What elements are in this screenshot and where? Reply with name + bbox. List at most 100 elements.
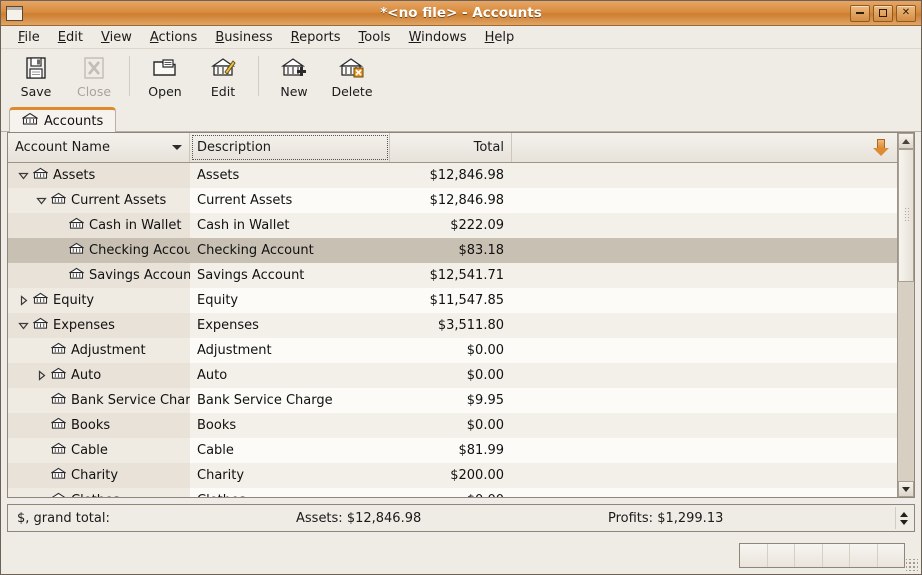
menu-business[interactable]: Business xyxy=(206,28,281,47)
cell-account-name[interactable]: Assets xyxy=(8,163,190,188)
cell-account-name[interactable]: Equity xyxy=(8,288,190,313)
scrollbar-track[interactable] xyxy=(898,149,914,481)
cell-total[interactable]: $12,846.98 xyxy=(390,163,512,188)
save-button[interactable]: Save xyxy=(7,53,65,105)
cell-account-name[interactable]: Checking Accou xyxy=(8,238,190,263)
close-doc-button[interactable]: Close xyxy=(65,53,123,105)
cell-account-name[interactable]: Cable xyxy=(8,438,190,463)
cell-total[interactable]: $200.00 xyxy=(390,463,512,488)
cell-account-name[interactable]: Charity xyxy=(8,463,190,488)
table-row[interactable]: Bank Service Char Bank Service Charge $9.9… xyxy=(8,388,897,413)
cell-account-name[interactable]: Bank Service Char xyxy=(8,388,190,413)
total-value: $12,846.98 xyxy=(429,193,504,208)
cell-account-name[interactable]: Current Assets xyxy=(8,188,190,213)
expander-collapse-icon[interactable] xyxy=(34,194,48,208)
table-row[interactable]: Charity Charity $200.00 xyxy=(8,463,897,488)
table-row[interactable]: Clothes Clothes $0.00 xyxy=(8,488,897,497)
cell-account-name[interactable]: Auto xyxy=(8,363,190,388)
cell-description[interactable]: Books xyxy=(190,413,390,438)
cell-description[interactable]: Clothes xyxy=(190,488,390,497)
resize-grip-icon[interactable] xyxy=(906,559,918,571)
menu-file[interactable]: File xyxy=(9,28,49,47)
cell-description[interactable]: Auto xyxy=(190,363,390,388)
summary-bar[interactable]: $, grand total: Assets: $12,846.98 Profi… xyxy=(7,504,915,532)
cell-description[interactable]: Equity xyxy=(190,288,390,313)
menu-help[interactable]: Help xyxy=(476,28,524,47)
title-bar[interactable]: *<no file> - Accounts ✕ xyxy=(1,1,921,26)
cell-total[interactable]: $11,547.85 xyxy=(390,288,512,313)
cell-account-name[interactable]: Adjustment xyxy=(8,338,190,363)
toolbar: Save Close Open Edit New Delete xyxy=(1,49,921,106)
cell-account-name[interactable]: Savings Accoun xyxy=(8,263,190,288)
cell-account-name[interactable]: Expenses xyxy=(8,313,190,338)
cell-total[interactable]: $81.99 xyxy=(390,438,512,463)
table-row[interactable]: Adjustment Adjustment $0.00 xyxy=(8,338,897,363)
cell-description[interactable]: Bank Service Charge xyxy=(190,388,390,413)
scroll-up-button[interactable] xyxy=(898,133,914,149)
expander-expand-icon[interactable] xyxy=(34,369,48,383)
cell-description[interactable]: Charity xyxy=(190,463,390,488)
table-row[interactable]: Savings Accoun Savings Account $12,541.71 xyxy=(8,263,897,288)
close-button[interactable]: ✕ xyxy=(896,4,916,22)
menu-bar: File Edit View Actions Business Reports … xyxy=(1,26,921,49)
edit-button[interactable]: Edit xyxy=(194,53,252,105)
cell-total[interactable]: $3,511.80 xyxy=(390,313,512,338)
menu-edit[interactable]: Edit xyxy=(49,28,92,47)
orange-down-arrow-icon[interactable] xyxy=(873,138,889,157)
cell-total[interactable]: $222.09 xyxy=(390,213,512,238)
cell-total[interactable]: $0.00 xyxy=(390,413,512,438)
cell-total[interactable]: $9.95 xyxy=(390,388,512,413)
cell-account-name[interactable]: Books xyxy=(8,413,190,438)
cell-description[interactable]: Current Assets xyxy=(190,188,390,213)
menu-actions[interactable]: Actions xyxy=(141,28,207,47)
menu-windows[interactable]: Windows xyxy=(400,28,476,47)
expander-collapse-icon[interactable] xyxy=(16,319,30,333)
cell-total[interactable]: $12,846.98 xyxy=(390,188,512,213)
column-header-description[interactable]: Description xyxy=(190,133,390,162)
table-body[interactable]: Assets Assets $12,846.98 Current Assets Curr… xyxy=(8,163,897,497)
tab-accounts[interactable]: Accounts xyxy=(9,107,117,132)
menu-tools[interactable]: Tools xyxy=(350,28,400,47)
cell-total[interactable]: $0.00 xyxy=(390,338,512,363)
table-row[interactable]: Assets Assets $12,846.98 xyxy=(8,163,897,188)
table-row[interactable]: Cable Cable $81.99 xyxy=(8,438,897,463)
maximize-button[interactable] xyxy=(873,4,893,22)
cell-total[interactable]: $0.00 xyxy=(390,488,512,497)
minimize-button[interactable] xyxy=(850,4,870,22)
spinner-up-icon[interactable] xyxy=(900,511,908,517)
expander-expand-icon[interactable] xyxy=(16,294,30,308)
menu-reports[interactable]: Reports xyxy=(282,28,350,47)
column-header-total[interactable]: Total xyxy=(390,133,512,162)
cell-description[interactable]: Cable xyxy=(190,438,390,463)
cell-description[interactable]: Expenses xyxy=(190,313,390,338)
delete-button[interactable]: Delete xyxy=(323,53,381,105)
table-row[interactable]: Books Books $0.00 xyxy=(8,413,897,438)
cell-total[interactable]: $83.18 xyxy=(390,238,512,263)
column-header-account-name[interactable]: Account Name xyxy=(8,133,190,162)
cell-total[interactable]: $12,541.71 xyxy=(390,263,512,288)
menu-view[interactable]: View xyxy=(92,28,141,47)
scroll-down-button[interactable] xyxy=(898,481,914,497)
cell-account-name[interactable]: Clothes xyxy=(8,488,190,497)
open-button[interactable]: Open xyxy=(136,53,194,105)
cell-description[interactable]: Checking Account xyxy=(190,238,390,263)
summary-spinner[interactable] xyxy=(895,507,912,529)
cell-account-name[interactable]: Cash in Wallet xyxy=(8,213,190,238)
table-row[interactable]: Auto Auto $0.00 xyxy=(8,363,897,388)
table-row[interactable]: Checking Accou Checking Account $83.18 xyxy=(8,238,897,263)
cell-description[interactable]: Adjustment xyxy=(190,338,390,363)
arrow-stem xyxy=(877,138,885,148)
vertical-scrollbar[interactable] xyxy=(897,133,914,497)
cell-description[interactable]: Cash in Wallet xyxy=(190,213,390,238)
expander-collapse-icon[interactable] xyxy=(16,169,30,183)
table-row[interactable]: Expenses Expenses $3,511.80 xyxy=(8,313,897,338)
scrollbar-thumb[interactable] xyxy=(898,149,914,282)
cell-total[interactable]: $0.00 xyxy=(390,363,512,388)
cell-description[interactable]: Assets xyxy=(190,163,390,188)
spinner-down-icon[interactable] xyxy=(900,519,908,525)
table-row[interactable]: Current Assets Current Assets $12,846.98 xyxy=(8,188,897,213)
new-button[interactable]: New xyxy=(265,53,323,105)
table-row[interactable]: Equity Equity $11,547.85 xyxy=(8,288,897,313)
cell-description[interactable]: Savings Account xyxy=(190,263,390,288)
table-row[interactable]: Cash in Wallet Cash in Wallet $222.09 xyxy=(8,213,897,238)
